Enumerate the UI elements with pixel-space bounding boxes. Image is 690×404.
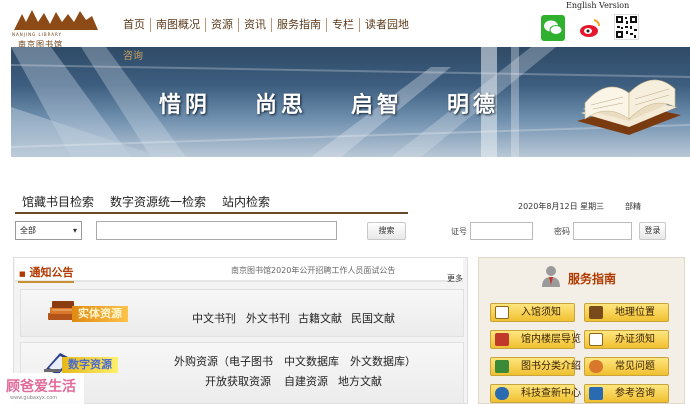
tab-site-search[interactable]: 站内检索	[222, 193, 270, 210]
current-date: 2020年8月12日 星期三	[518, 202, 605, 211]
floor-plan-icon	[495, 333, 509, 346]
login-button[interactable]: 登录	[639, 222, 666, 240]
physical-resources-badge[interactable]: 实体资源	[72, 306, 128, 322]
service-label: 常见问题	[615, 361, 655, 372]
wechat-icon[interactable]	[541, 15, 565, 41]
banner-slogan: 惜阴 尚思 启智 明德	[159, 87, 499, 119]
link-republic-era[interactable]: 民国文献	[351, 310, 395, 326]
service-classification[interactable]: 图书分类介绍	[490, 357, 581, 376]
chevron-down-icon: ▾	[72, 226, 77, 235]
notice-title-text: 通知公告	[29, 266, 74, 279]
document-icon	[495, 306, 509, 319]
service-person-icon	[542, 266, 560, 287]
notice-underline	[18, 281, 74, 283]
service-card-application[interactable]: 办证须知	[584, 330, 669, 349]
main-nav: 首页 南图概况 资源 资讯 服务指南 专栏 读者园地	[118, 18, 414, 32]
slogan-word: 尚思	[254, 92, 307, 118]
logout-link[interactable]: 部精	[625, 201, 641, 212]
nav-columns[interactable]: 专栏	[327, 18, 360, 32]
search-input[interactable]	[96, 221, 337, 240]
nav-news[interactable]: 资讯	[239, 18, 272, 32]
nav-service-guide[interactable]: 服务指南	[272, 18, 327, 32]
slogan-word: 惜阴	[159, 92, 212, 118]
english-version-link[interactable]: English Version	[566, 1, 629, 10]
watermark-url: www.gubaxyx.com	[10, 395, 58, 401]
notice-headline[interactable]: 南京图书馆2020年公开招聘工作人员面试公告	[231, 265, 395, 276]
service-reference[interactable]: 参考咨询	[584, 384, 669, 403]
card-icon	[589, 333, 603, 346]
card-number-field[interactable]	[470, 222, 533, 240]
hero-banner: 惜阴 尚思 启智 明德	[11, 47, 690, 157]
library-logo[interactable]: NANJING LIBRARY 南京图书馆	[12, 8, 100, 49]
service-label: 科技查新中心	[521, 388, 581, 399]
tab-catalog-search[interactable]: 馆藏书目检索	[22, 193, 94, 210]
link-purchased-resources[interactable]: 外购资源（电子图书 中文数据库 外文数据库）	[174, 353, 416, 369]
nav-readers[interactable]: 读者园地	[360, 18, 414, 32]
service-novelty-search[interactable]: 科技查新中心	[490, 384, 581, 403]
open-book-image	[577, 79, 681, 135]
link-ancient-books[interactable]: 古籍文献	[298, 310, 342, 326]
service-faq[interactable]: 常见问题	[584, 357, 669, 376]
link-chinese-books[interactable]: 中文书刊	[192, 310, 236, 326]
question-icon	[589, 360, 603, 373]
search-divider	[15, 212, 408, 214]
search-tabs: 馆藏书目检索 数字资源统一检索 站内检索	[22, 193, 270, 210]
tab-digital-resource-search[interactable]: 数字资源统一检索	[110, 193, 206, 210]
card-number-label: 证号	[451, 227, 467, 236]
nav-resources[interactable]: 资源	[206, 18, 239, 32]
link-local-documents[interactable]: 地方文献	[338, 373, 382, 389]
link-foreign-books[interactable]: 外文书刊	[246, 310, 290, 326]
notice-title: ■ 通知公告	[19, 264, 73, 280]
service-admission-notice[interactable]: 入馆须知	[490, 303, 575, 322]
link-open-access[interactable]: 开放获取资源	[205, 373, 271, 389]
service-guide-title: 服务指南	[568, 272, 617, 286]
weibo-icon[interactable]	[578, 15, 602, 41]
slogan-word: 启智	[350, 92, 403, 118]
globe-icon	[495, 387, 509, 400]
service-label: 入馆须知	[521, 307, 561, 318]
book-stack-icon	[495, 360, 509, 373]
link-self-built[interactable]: 自建资源	[284, 373, 328, 389]
service-location[interactable]: 地理位置	[584, 303, 669, 322]
watermark-text: 顾爸爱生活	[6, 379, 76, 395]
service-label: 地理位置	[615, 307, 655, 318]
search-scope-select[interactable]: 全部 ▾	[15, 221, 82, 240]
site-header: NANJING LIBRARY 南京图书馆 首页 南图概况 资源 资讯 服务指南…	[0, 0, 690, 49]
map-pin-icon	[589, 306, 603, 319]
library-logo-mark	[14, 10, 98, 30]
search-scope-value: 全部	[20, 226, 36, 235]
service-label: 办证须知	[615, 334, 655, 345]
slogan-word: 明德	[446, 92, 499, 118]
search-button[interactable]: 搜索	[367, 222, 406, 240]
watermark: 顾爸爱生活 www.gubaxyx.com	[0, 373, 84, 404]
chat-icon	[589, 387, 603, 400]
more-link[interactable]: 更多	[447, 273, 463, 284]
nav-home[interactable]: 首页	[118, 18, 151, 32]
service-floor-guide[interactable]: 馆内楼层导览	[490, 330, 581, 349]
digital-resources-badge[interactable]: 数字资源	[62, 357, 118, 373]
password-field[interactable]	[573, 222, 632, 240]
logo-english-text: NANJING LIBRARY	[12, 32, 62, 37]
nav-overflow-item[interactable]: 咨询	[123, 47, 143, 62]
service-label: 馆内楼层导览	[521, 334, 581, 345]
qr-code-icon	[614, 14, 639, 40]
nav-about[interactable]: 南图概况	[151, 18, 206, 32]
password-label: 密码	[554, 227, 570, 236]
service-label: 图书分类介绍	[521, 361, 581, 372]
service-label: 参考咨询	[615, 388, 655, 399]
square-bullet-icon: ■	[19, 269, 26, 278]
